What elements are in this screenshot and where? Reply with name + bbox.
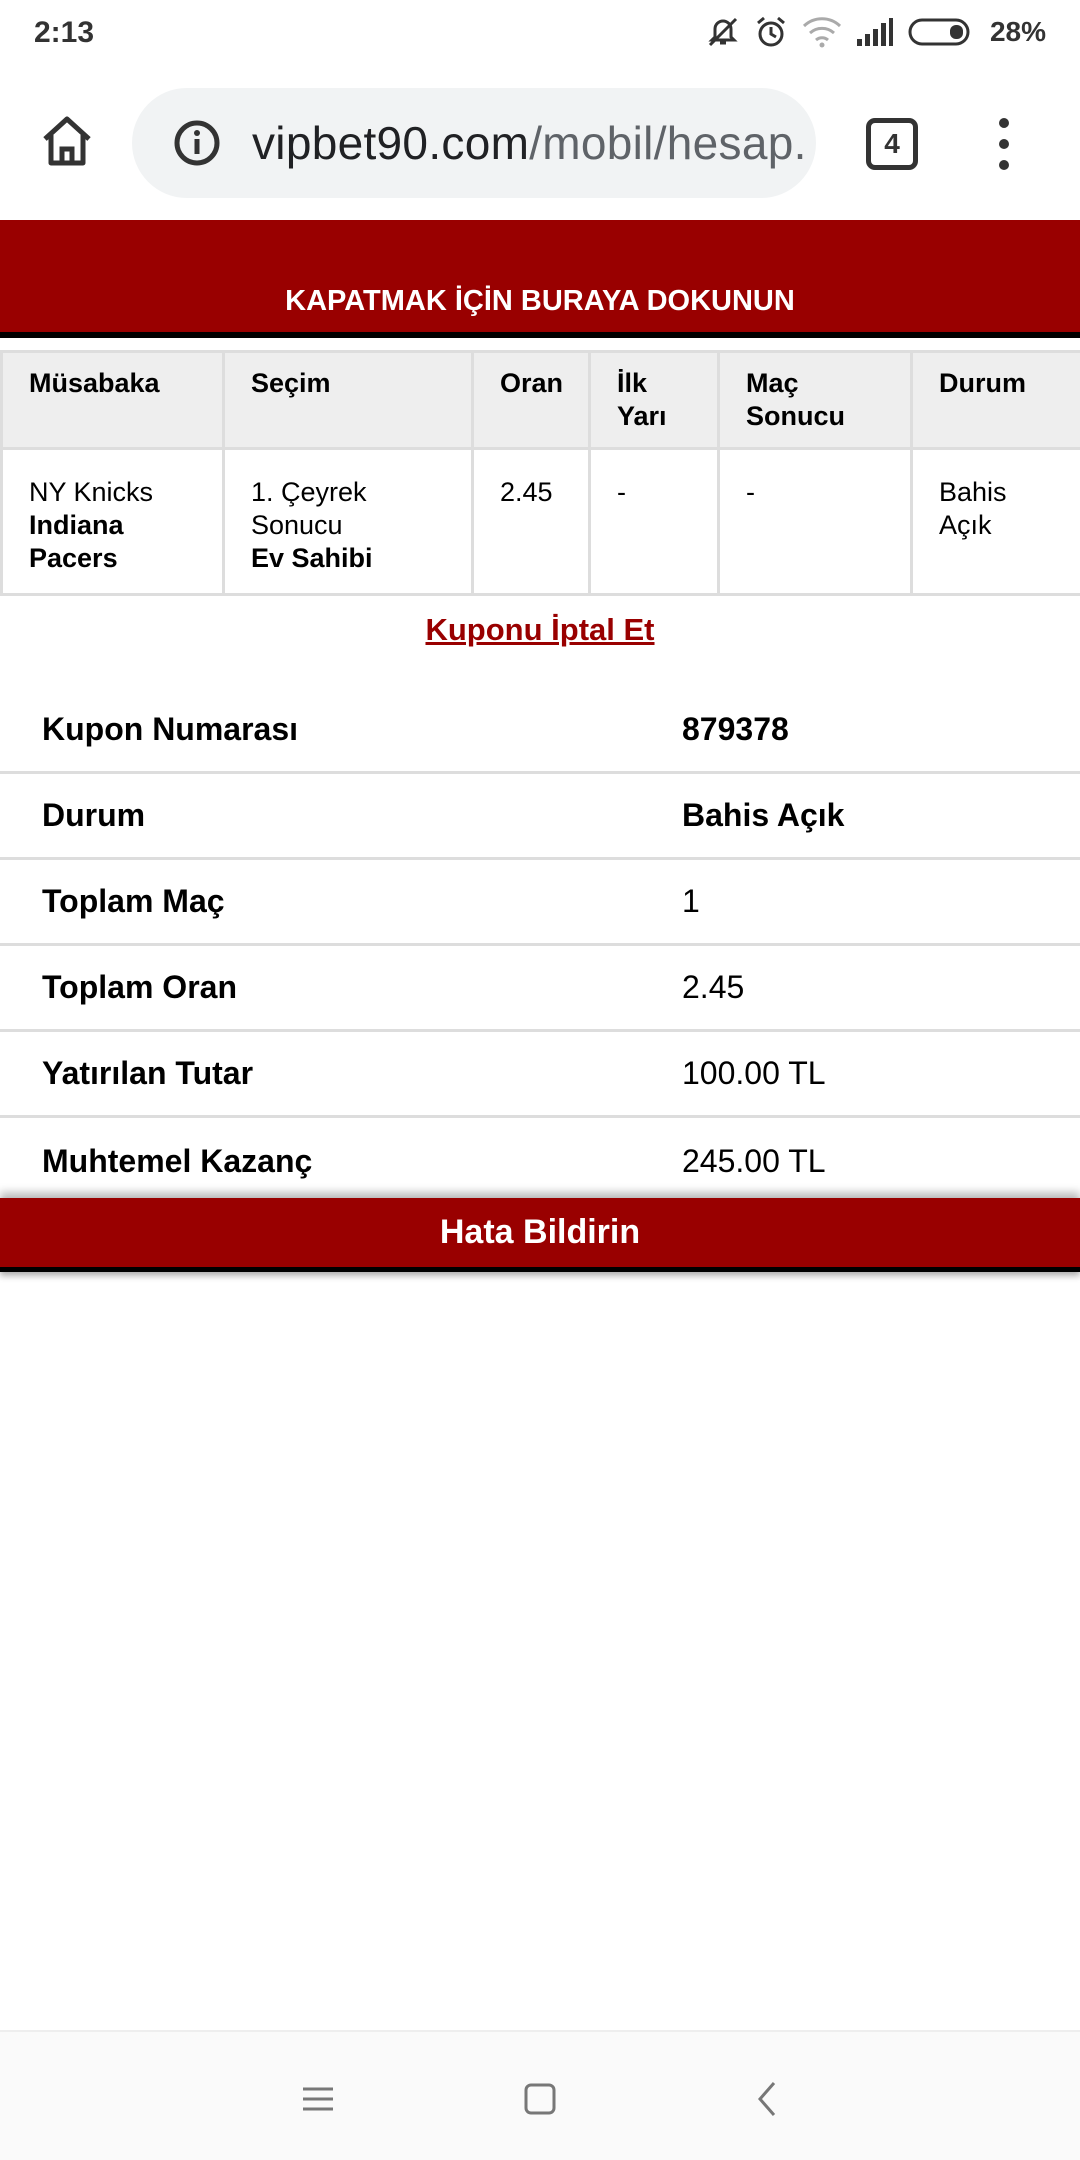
summary-label: Yatırılan Tutar <box>42 1055 254 1091</box>
table-header-row: Müsabaka Seçim Oran İlk Yarı Maç Sonucu … <box>0 350 1080 450</box>
menu-icon <box>303 2087 333 2111</box>
summary-label: Muhtemel Kazanç <box>42 1142 313 1179</box>
system-nav-bar <box>0 2030 1080 2160</box>
battery-icon <box>908 17 972 47</box>
selection-pick: Ev Sahibi <box>251 543 373 573</box>
summary-value: 2.45 <box>682 969 745 1005</box>
summary-row-coupon-number: Kupon Numarası 879378 <box>0 688 1080 774</box>
summary-row-total-odds: Toplam Oran 2.45 <box>0 946 1080 1032</box>
bet-table: Müsabaka Seçim Oran İlk Yarı Maç Sonucu … <box>0 350 1080 596</box>
cancel-coupon-link[interactable]: Kuponu İptal Et <box>0 612 1080 648</box>
nav-home-button[interactable] <box>515 2074 565 2124</box>
team-home: NY Knicks <box>29 477 154 507</box>
status-icons: 28% <box>706 14 1046 50</box>
summary-row-potential-win: Muhtemel Kazanç 245.00 TL <box>0 1118 1080 1204</box>
address-bar[interactable]: vipbet90.com/mobil/hesap. <box>132 88 816 198</box>
home-icon <box>43 116 91 166</box>
url-path: /mobil/hesap. <box>529 117 807 169</box>
signal-icon <box>856 17 894 47</box>
status-bar: 2:13 28% <box>0 0 1080 66</box>
nav-menu-button[interactable] <box>293 2074 343 2124</box>
team-away: Indiana Pacers <box>29 510 124 573</box>
overflow-menu-button[interactable] <box>980 114 1028 174</box>
summary-row-total-matches: Toplam Maç 1 <box>0 860 1080 946</box>
header-first-half: İlk Yarı <box>588 350 720 450</box>
menu-dot <box>999 160 1009 170</box>
wifi-icon <box>802 16 842 48</box>
cell-event: NY Knicks Indiana Pacers <box>0 447 225 596</box>
tab-switcher-button[interactable]: 4 <box>866 118 918 170</box>
cell-first-half: - <box>588 447 720 596</box>
browser-toolbar: vipbet90.com/mobil/hesap. 4 <box>0 66 1080 220</box>
summary-value: Bahis Açık <box>682 797 845 833</box>
status-time: 2:13 <box>34 16 95 49</box>
summary-label: Toplam Maç <box>42 883 225 919</box>
summary-value: 245.00 TL <box>682 1142 826 1179</box>
report-error-button[interactable]: Hata Bildirin <box>0 1198 1080 1272</box>
table-row: NY Knicks Indiana Pacers 1. Çeyrek Sonuc… <box>0 447 1080 596</box>
close-banner[interactable]: KAPATMAK İÇİN BURAYA DOKUNUN <box>0 220 1080 338</box>
url-text[interactable]: vipbet90.com/mobil/hesap. <box>252 116 807 170</box>
square-icon <box>524 2083 556 2115</box>
header-selection: Seçim <box>222 350 474 450</box>
summary-value: 100.00 TL <box>682 1055 826 1091</box>
coupon-summary: Kupon Numarası 879378 Durum Bahis Açık T… <box>0 688 1080 1204</box>
report-error-label: Hata Bildirin <box>439 1213 641 1251</box>
alarm-icon <box>754 15 788 49</box>
summary-label: Durum <box>42 797 146 833</box>
header-match-result: Maç Sonucu <box>717 350 913 450</box>
battery-percentage: 28% <box>989 16 1046 47</box>
back-chevron-icon <box>758 2082 776 2116</box>
cell-match-result: - <box>717 447 913 596</box>
mute-icon <box>706 15 740 49</box>
cell-status: Bahis Açık <box>910 447 1080 596</box>
selection-market: 1. Çeyrek Sonucu <box>251 477 367 540</box>
home-button[interactable] <box>34 108 100 174</box>
close-banner-label: KAPATMAK İÇİN BURAYA DOKUNUN <box>285 285 795 317</box>
cell-selection: 1. Çeyrek Sonucu Ev Sahibi <box>222 447 474 596</box>
summary-value: 879378 <box>682 711 789 747</box>
header-odds: Oran <box>471 350 591 450</box>
menu-dot <box>999 118 1009 128</box>
info-icon[interactable] <box>172 118 222 168</box>
cell-odds: 2.45 <box>471 447 591 596</box>
header-event: Müsabaka <box>0 350 225 450</box>
url-domain: vipbet90.com <box>252 117 530 169</box>
summary-label: Kupon Numarası <box>42 711 299 747</box>
summary-label: Toplam Oran <box>42 969 237 1005</box>
summary-row-stake: Yatırılan Tutar 100.00 TL <box>0 1032 1080 1118</box>
menu-dot <box>999 139 1009 149</box>
tab-count: 4 <box>884 128 900 159</box>
summary-value: 1 <box>682 883 700 919</box>
summary-row-status: Durum Bahis Açık <box>0 774 1080 860</box>
header-status: Durum <box>910 350 1080 450</box>
nav-back-button[interactable] <box>742 2074 792 2124</box>
